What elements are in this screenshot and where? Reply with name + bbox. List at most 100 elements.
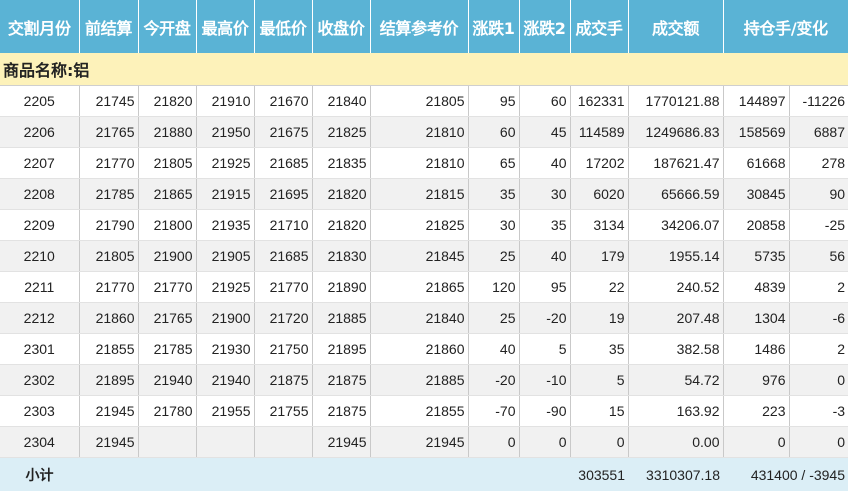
- cell-delivery-month: 2211: [0, 271, 80, 303]
- cell-high: 21900: [196, 302, 255, 334]
- col-header-settle-ref[interactable]: 结算参考价: [370, 0, 469, 53]
- cell-turnover: 1955.14: [628, 240, 724, 272]
- cell-close: 21835: [312, 147, 371, 179]
- cell-change1: 0: [468, 426, 520, 458]
- cell-close: 21825: [312, 116, 371, 148]
- cell-volume: 0: [570, 426, 629, 458]
- cell-high: [196, 426, 255, 458]
- cell-open-interest: 1486: [723, 333, 790, 365]
- table-row[interactable]: 2209 21790 21800 21935 21710 21820 21825 30 35 31…: [0, 209, 848, 241]
- total-open-interest: 431400 / -3945: [723, 457, 848, 491]
- col-header-turnover[interactable]: 成交额: [628, 0, 724, 53]
- total-volume: 303551: [570, 457, 628, 491]
- cell-close: 21875: [312, 364, 371, 396]
- col-header-high[interactable]: 最高价: [196, 0, 255, 53]
- cell-change1: 95: [468, 85, 520, 117]
- table-row[interactable]: 2210 21805 21900 21905 21685 21830 21845 25 40 17…: [0, 240, 848, 272]
- cell-high: 21940: [196, 364, 255, 396]
- cell-change2: 40: [519, 240, 571, 272]
- table-row[interactable]: 2211 21770 21770 21925 21770 21890 21865 120 95 2…: [0, 271, 848, 303]
- header-row: 交割月份 前结算 今开盘 最高价 最低价 收盘价 结算参考价 涨跌1 涨跌2 成…: [0, 0, 848, 53]
- table-row[interactable]: 2303 21945 21780 21955 21755 21875 21855 -70 -90…: [0, 395, 848, 427]
- table-row[interactable]: 2206 21765 21880 21950 21675 21825 21810 60 45 11…: [0, 116, 848, 148]
- cell-low: 21720: [254, 302, 313, 334]
- cell-open-interest: 5735: [723, 240, 790, 272]
- cell-turnover: 0.00: [628, 426, 724, 458]
- cell-change1: 35: [468, 178, 520, 210]
- cell-close: 21885: [312, 302, 371, 334]
- cell-open-interest: 20858: [723, 209, 790, 241]
- cell-open-interest: 61668: [723, 147, 790, 179]
- table-row[interactable]: 2302 21895 21940 21940 21875 21875 21885 -20 -10…: [0, 364, 848, 396]
- cell-change2: -20: [519, 302, 571, 334]
- table-row[interactable]: 2207 21770 21805 21925 21685 21835 21810 65 40 17…: [0, 147, 848, 179]
- table-row[interactable]: 2212 21860 21765 21900 21720 21885 21840 25 -20 1…: [0, 302, 848, 334]
- col-header-open-interest[interactable]: 持仓手/变化: [723, 0, 848, 53]
- table-row[interactable]: 2205 21745 21820 21910 21670 21840 21805 95 60 16…: [0, 85, 848, 117]
- total-empty: [254, 457, 312, 491]
- cell-close: 21840: [312, 85, 371, 117]
- cell-turnover: 187621.47: [628, 147, 724, 179]
- total-empty: [79, 457, 138, 491]
- col-header-open[interactable]: 今开盘: [138, 0, 197, 53]
- cell-open: 21865: [138, 178, 197, 210]
- cell-close: 21890: [312, 271, 371, 303]
- col-header-change1[interactable]: 涨跌1: [468, 0, 520, 53]
- cell-change1: 120: [468, 271, 520, 303]
- cell-prev-settle: 21860: [79, 302, 139, 334]
- cell-oi-change: 0: [789, 364, 848, 396]
- cell-turnover: 163.92: [628, 395, 724, 427]
- cell-settle-ref: 21845: [370, 240, 469, 272]
- cell-low: 21695: [254, 178, 313, 210]
- cell-oi-change: 2: [789, 333, 848, 365]
- cell-change2: 60: [519, 85, 571, 117]
- cell-open-interest: 30845: [723, 178, 790, 210]
- cell-volume: 114589: [570, 116, 629, 148]
- total-label: 小计: [0, 457, 79, 491]
- cell-delivery-month: 2209: [0, 209, 80, 241]
- cell-prev-settle: 21895: [79, 364, 139, 396]
- cell-delivery-month: 2303: [0, 395, 80, 427]
- table-row[interactable]: 2208 21785 21865 21915 21695 21820 21815 35 30 60…: [0, 178, 848, 210]
- cell-volume: 17202: [570, 147, 629, 179]
- col-header-change2[interactable]: 涨跌2: [519, 0, 571, 53]
- cell-low: 21710: [254, 209, 313, 241]
- col-header-low[interactable]: 最低价: [254, 0, 313, 53]
- cell-change2: 35: [519, 209, 571, 241]
- cell-open: 21900: [138, 240, 197, 272]
- cell-high: 21930: [196, 333, 255, 365]
- cell-change1: 25: [468, 240, 520, 272]
- futures-quote-table: 交割月份 前结算 今开盘 最高价 最低价 收盘价 结算参考价 涨跌1 涨跌2 成…: [0, 0, 848, 491]
- cell-open: 21765: [138, 302, 197, 334]
- cell-delivery-month: 2210: [0, 240, 80, 272]
- cell-low: [254, 426, 313, 458]
- col-header-prev-settle[interactable]: 前结算: [79, 0, 139, 53]
- cell-delivery-month: 2205: [0, 85, 80, 117]
- col-header-close[interactable]: 收盘价: [312, 0, 371, 53]
- cell-close: 21895: [312, 333, 371, 365]
- cell-low: 21670: [254, 85, 313, 117]
- cell-settle-ref: 21855: [370, 395, 469, 427]
- cell-settle-ref: 21885: [370, 364, 469, 396]
- cell-prev-settle: 21855: [79, 333, 139, 365]
- cell-volume: 162331: [570, 85, 629, 117]
- cell-prev-settle: 21770: [79, 147, 139, 179]
- cell-delivery-month: 2302: [0, 364, 80, 396]
- cell-change1: -20: [468, 364, 520, 396]
- cell-settle-ref: 21945: [370, 426, 469, 458]
- cell-high: 21910: [196, 85, 255, 117]
- cell-change2: 45: [519, 116, 571, 148]
- col-header-volume[interactable]: 成交手: [570, 0, 629, 53]
- col-header-delivery-month[interactable]: 交割月份: [0, 0, 80, 53]
- cell-oi-change: 56: [789, 240, 848, 272]
- cell-change2: 95: [519, 271, 571, 303]
- cell-low: 21685: [254, 240, 313, 272]
- cell-open-interest: 4839: [723, 271, 790, 303]
- cell-change2: 30: [519, 178, 571, 210]
- table-row[interactable]: 2301 21855 21785 21930 21750 21895 21860 40 5 35 3…: [0, 333, 848, 365]
- cell-open: 21785: [138, 333, 197, 365]
- cell-change2: -90: [519, 395, 571, 427]
- cell-open-interest: 144897: [723, 85, 790, 117]
- table-row[interactable]: 2304 21945 21945 21945 0 0 0 0.00 0 0: [0, 426, 848, 458]
- cell-volume: 35: [570, 333, 629, 365]
